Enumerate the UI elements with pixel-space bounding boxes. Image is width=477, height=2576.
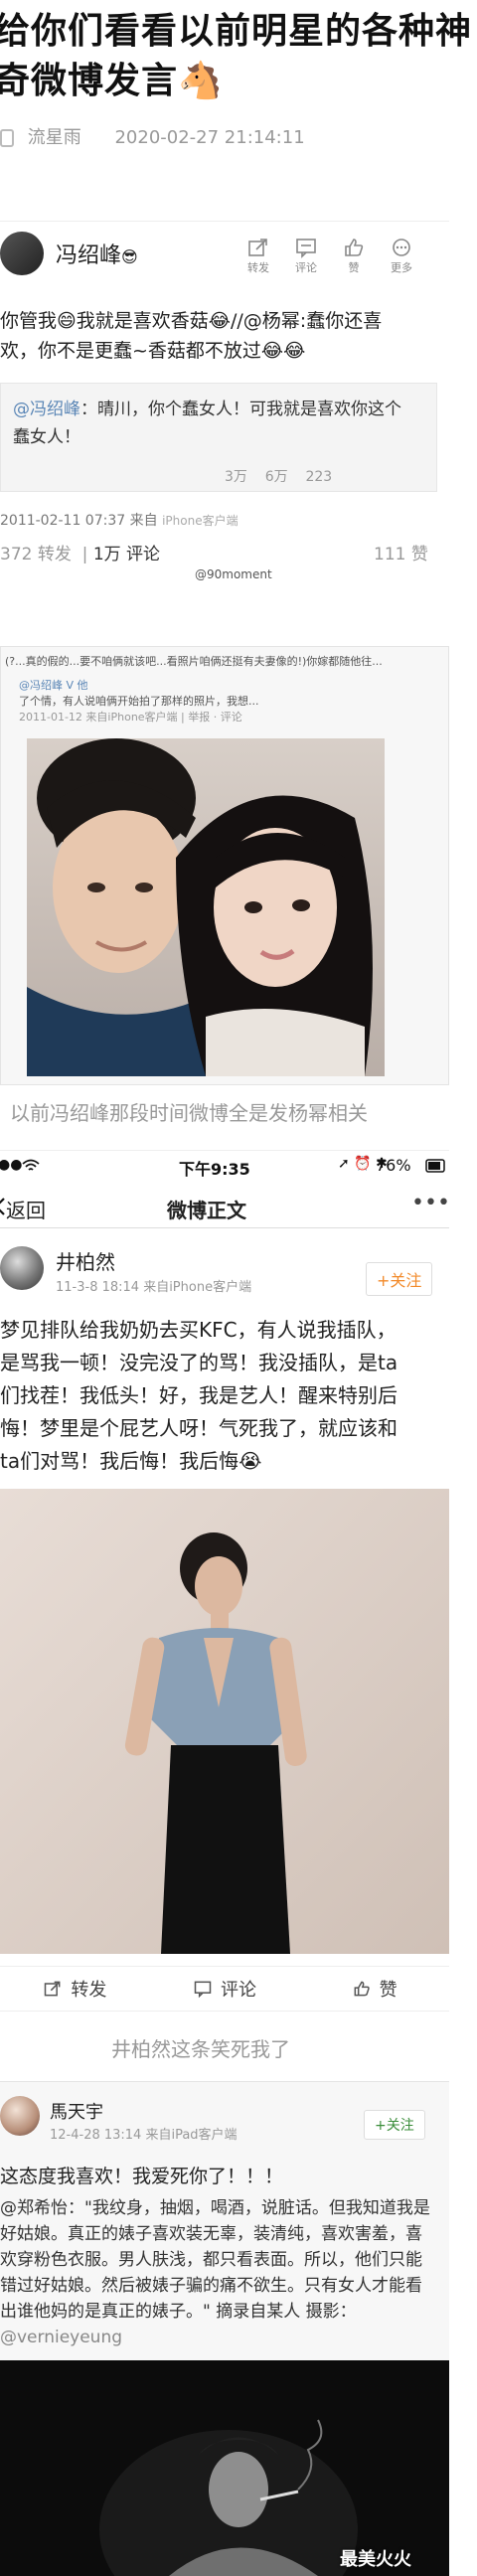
post-text-line-5: ta们对骂！我后悔！我后悔😭 [0,1449,262,1473]
quote-text-line-5: 出谁他妈的是真正的婊子。" 摘录自某人 摄影： [0,2302,357,2322]
smoking-photo-image [0,2360,449,2576]
image-caption-2: 井柏然这条笑死我了 [111,2037,290,2061]
article-author[interactable]: 流星雨 [28,127,81,148]
comment-button[interactable]: 评论 [150,1967,300,2011]
like-label: 赞 [379,1980,398,2001]
repost-action[interactable]: 转发 [246,236,270,275]
post-username[interactable]: 冯绍峰😎 [56,238,138,269]
signal-dots: ●● [0,1157,23,1173]
quoted-post[interactable]: @冯绍峰：晴川，你个蠢女人！可我就是喜欢你这个 蠢女人！ [0,383,437,492]
post-username[interactable]: 馬天宇 [50,2098,103,2124]
weibo-post-screenshot-1: 冯绍峰😎 转发 评论 赞 更多 你管我😄我就是喜欢香菇😂//@杨幂:蠢你还喜 欢… [0,221,449,581]
quote-text-line-1: ：晴川，你个蠢女人！可我就是喜欢你这个 [80,400,401,419]
phone-screenshot: ●● 下午9:35 ➚ ⏰ ✱ 76% 返回 微博正文 ••• 井柏然 11-3… [0,1150,450,2016]
post-actions: 转发 评论 赞 更多 [246,236,413,275]
post2-header: (?...真的假的...要不咱俩就该吧...看照片咱俩还挺有夫妻像的!)你嫁都随… [5,655,383,668]
repost-button[interactable]: 转发 [0,1967,150,2011]
post-headline: 这态度我喜欢！我爱死你了！！！ [0,2166,284,2187]
more-label: 更多 [391,261,412,274]
smoking-photo[interactable] [0,2360,449,2576]
like-button[interactable]: 赞 [299,1967,449,2011]
post-text-line-2: 是骂我一顿！没完没了的骂！我没插队，是ta [0,1351,398,1374]
post-meta: 11-3-8 18:14 来自iPhone客户端 [56,1280,252,1295]
man-in-vest-photo [0,1489,449,1954]
quote-stats: 3万 6万 223 [225,466,332,486]
couple-photo[interactable] [27,738,385,1076]
more-action[interactable]: 更多 [390,236,413,275]
more-menu-icon[interactable]: ••• [411,1191,450,1215]
weibo-post-screenshot-2: (?...真的假的...要不咱俩就该吧...看照片咱俩还挺有夫妻像的!)你嫁都随… [0,646,449,1085]
repost-count[interactable]: 372 转发 [0,545,72,564]
comment-label: 评论 [221,1980,256,2001]
follow-button[interactable]: +关注 [366,1262,433,1296]
quote-text-line-4: 错过好姑娘。然后被婊子骗的痛不欲生。只有女人才能看 [0,2276,422,2296]
post-photo[interactable] [0,1489,449,1954]
like-count[interactable]: 111 赞 [374,540,428,564]
repost-icon [248,239,267,256]
couple-photo-image [27,738,385,1076]
comment-count[interactable]: 1万 评论 [93,545,160,564]
image-caption-1: 以前冯绍峰那段时间微博全是发杨幂相关 [10,1101,368,1125]
nav-title: 微博正文 [167,1199,246,1222]
more-icon [393,239,410,256]
post-username[interactable]: 井柏然 [56,1246,115,1275]
back-button[interactable]: 返回 [6,1195,46,1223]
repost-icon [45,1981,61,1997]
comment-label: 评论 [295,261,317,274]
quote-text-line-1: @郑希怡："我纹身，抽烟，喝酒，说脏话。但我知道我是 [0,2198,430,2218]
nav-bar: 返回 微博正文 ••• [0,1185,450,1228]
quote-text-line-2: 蠢女人！ [13,427,80,447]
status-time: 下午9:35 [179,1160,250,1179]
post2-meta-line: 2011-01-12 来自iPhone客户端 | 举报 · 评论 [19,711,242,724]
quote-comment-count: 6万 [264,469,288,485]
battery-percent: 76% [376,1156,411,1175]
source-device: iPhone客户端 [162,514,238,528]
post-text-line-1: 你管我😄我就是喜欢香菇😂//@杨幂:蠢你还喜 [0,310,383,332]
post-time: 2011-02-11 07:37 [0,513,126,529]
status-bar: ●● 下午9:35 ➚ ⏰ ✱ 76% [0,1151,449,1183]
post-text-line-3: 们找茬！我低头！好，我是艺人！醒来特别后 [0,1383,398,1407]
article-meta: 流星雨 2020-02-27 21:14:11 [0,123,305,149]
quote-text-line-2: 好姑娘。真正的婊子喜欢装无辜，装清纯，喜欢害羞，喜 [0,2224,422,2244]
post-text-line-2: 欢，你不是更蠢~香菇都不放过😂😂 [0,340,306,362]
article-title-line-1: 给你们看看以前明星的各种神 [0,11,473,52]
like-label: 赞 [348,261,360,274]
image-watermark: @90moment [195,567,272,581]
article-datetime: 2020-02-27 21:14:11 [114,127,305,148]
photographer-handle[interactable]: @vernieyeung [0,2325,122,2350]
weibo-post-screenshot-3: 馬天宇 12-4-28 13:14 来自iPad客户端 +关注 这态度我喜欢！我… [0,2081,449,2576]
quote-text-line-3: 欢穿粉色衣服。男人肤浅，都只看表面。所以，他们只能 [0,2250,422,2270]
follow-button[interactable]: +关注 [364,2110,425,2140]
post-source: 2011-02-11 07:37 来自 iPhone客户端 [0,510,238,530]
source-label: 来自 [129,513,158,529]
comment-icon [296,239,316,258]
repost-label: 转发 [247,261,269,274]
post-text-line-4: 悔！梦里是个屁艺人呀！气死我了，就应该和 [0,1416,398,1440]
like-icon [345,239,364,256]
post2-text-line: 了个情，有人说咱俩开始拍了那样的照片，我想... [19,695,259,708]
post-counts-bar: 372 转发 | 1万 评论 [0,545,161,564]
battery-icon [425,1159,445,1173]
like-icon [354,1981,370,1997]
brand-watermark: 最美火火 [340,2549,411,2570]
avatar[interactable] [0,232,44,275]
author-avatar-icon [0,129,14,147]
quote-mention[interactable]: @冯绍峰 [13,400,80,419]
repost-label: 转发 [71,1980,107,2001]
post2-mention-line[interactable]: @冯绍峰 V 他 [19,677,88,693]
post-meta: 12-4-28 13:14 来自iPad客户端 [50,2128,238,2143]
comment-action[interactable]: 评论 [294,236,318,275]
quote-like-count: 223 [305,469,333,485]
post-text-line-1: 梦见排队给我奶奶去买KFC，有人说我插队， [0,1318,397,1342]
wifi-icon [22,1159,40,1171]
article-title-line-2: 奇微博发言🐴 [0,61,224,101]
post-toolbar: 转发 评论 赞 [0,1966,449,2012]
like-action[interactable]: 赞 [342,236,366,275]
comment-icon [194,1981,212,1999]
quote-repost-count: 3万 [225,469,247,485]
avatar[interactable] [0,2096,40,2136]
avatar[interactable] [0,1246,44,1290]
